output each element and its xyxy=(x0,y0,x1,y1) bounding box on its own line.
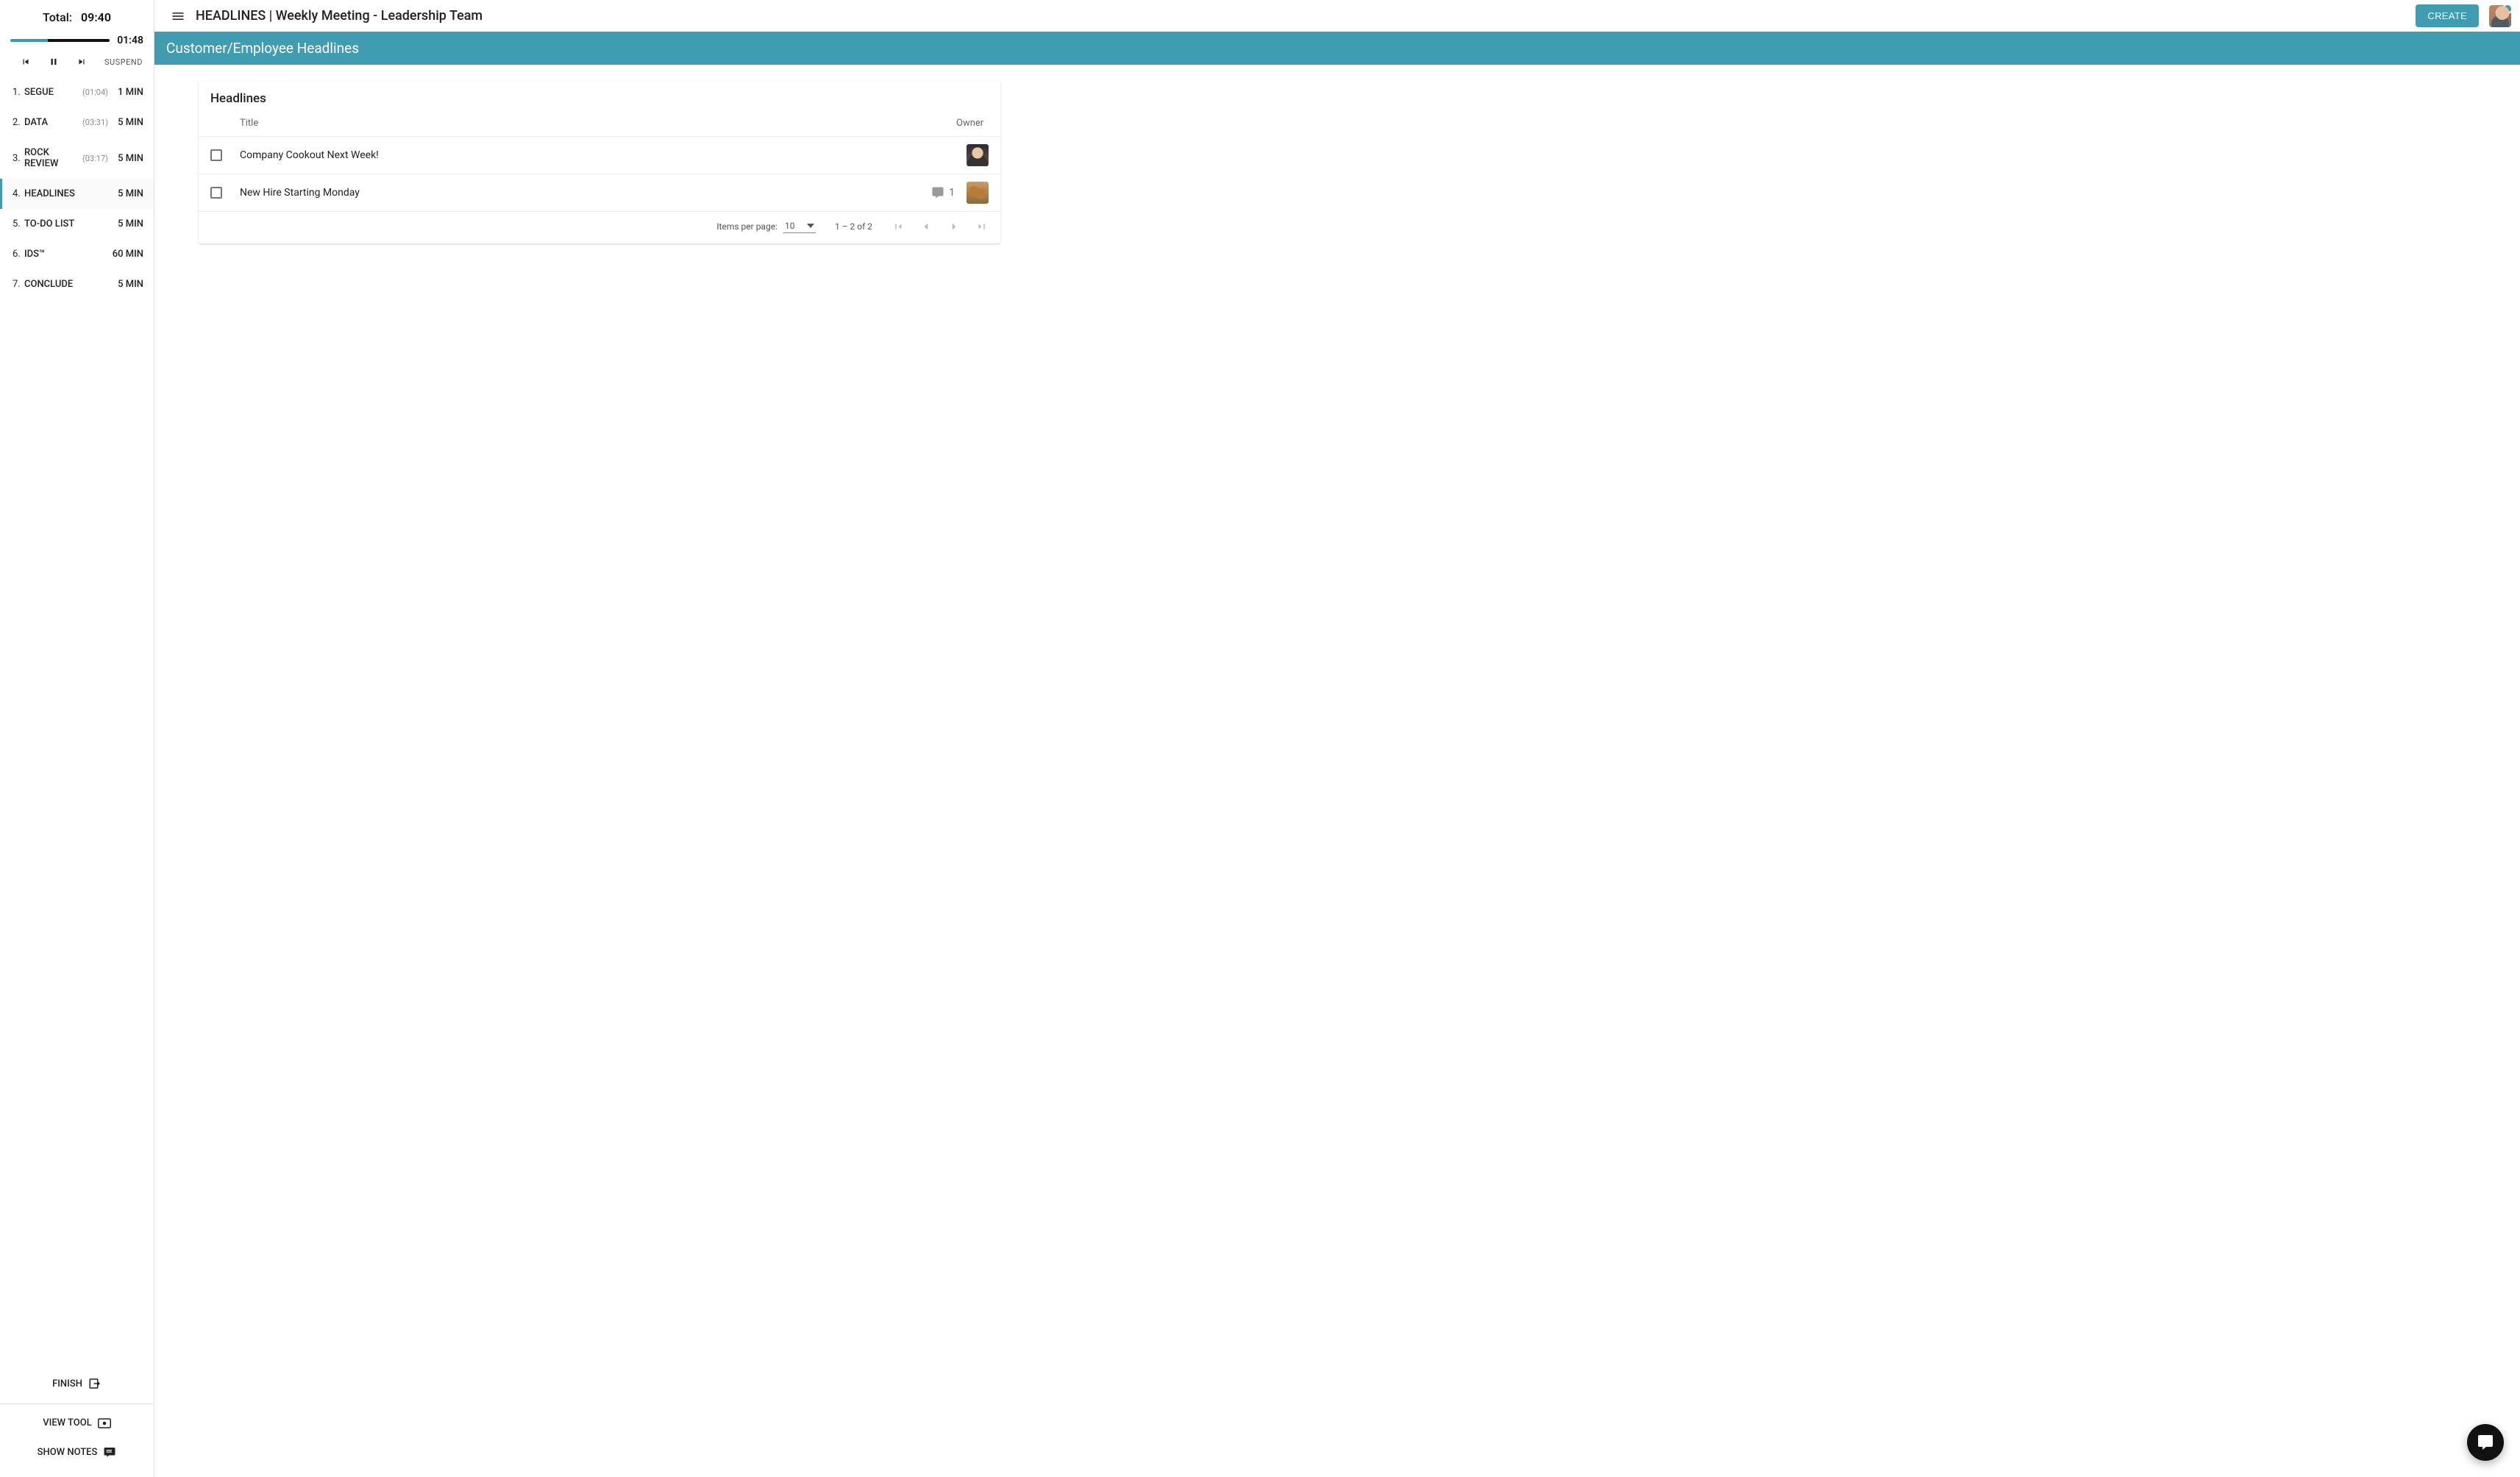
view-tool-label: VIEW TOOL xyxy=(43,1417,91,1428)
agenda-label: SEGUE xyxy=(24,87,82,98)
pagination: Items per page: 10 1 – 2 of 2 xyxy=(199,211,1000,243)
banner-title: Customer/Employee Headlines xyxy=(166,40,359,57)
suspend-button[interactable]: SUSPEND xyxy=(104,57,156,67)
chat-icon xyxy=(2477,1434,2494,1451)
pause-icon[interactable] xyxy=(49,57,59,67)
pagination-range: 1 – 2 of 2 xyxy=(835,221,872,232)
agenda-label: ROCK REVIEW xyxy=(24,147,82,169)
table-row[interactable]: New Hire Starting Monday 1 xyxy=(199,174,1000,211)
items-per-page-value: 10 xyxy=(785,221,795,231)
comment-icon xyxy=(931,186,944,199)
exit-icon xyxy=(88,1377,102,1390)
table-row[interactable]: Company Cookout Next Week! xyxy=(199,136,1000,174)
agenda-num: 1. xyxy=(13,87,24,98)
items-per-page-select[interactable]: 10 xyxy=(783,219,816,233)
agenda-label: DATA xyxy=(24,117,82,128)
agenda-num: 6. xyxy=(13,249,24,260)
agenda-label: HEADLINES xyxy=(24,188,113,199)
agenda-duration: 5 MIN xyxy=(113,218,143,229)
agenda-num: 7. xyxy=(13,279,24,290)
user-avatar[interactable] xyxy=(2489,5,2511,27)
agenda-duration: 5 MIN xyxy=(113,153,143,164)
row-checkbox[interactable] xyxy=(210,187,222,199)
finish-label: FINISH xyxy=(52,1378,82,1389)
total-label: Total: xyxy=(43,10,72,24)
show-notes-label: SHOW NOTES xyxy=(38,1447,98,1458)
agenda-item-to-do-list[interactable]: 5.TO-DO LIST5 MIN xyxy=(0,209,154,239)
column-owner: Owner xyxy=(944,118,989,129)
agenda-num: 2. xyxy=(13,117,24,128)
comment-count: 1 xyxy=(949,187,955,199)
first-page-icon[interactable] xyxy=(891,220,905,233)
items-per-page-label: Items per page: xyxy=(716,221,777,232)
view-tool-button[interactable]: VIEW TOOL xyxy=(10,1409,143,1437)
header: HEADLINES | Weekly Meeting - Leadership … xyxy=(154,0,2520,32)
create-button[interactable]: CREATE xyxy=(2416,4,2479,27)
segment-time: 01:48 xyxy=(117,35,143,46)
progress-bar[interactable] xyxy=(10,39,110,42)
menu-icon[interactable] xyxy=(171,9,185,24)
agenda-num: 3. xyxy=(13,153,24,164)
agenda-item-rock-review[interactable]: 3.ROCK REVIEW(03:17) 5 MIN xyxy=(0,138,154,179)
agenda-elapsed: (03:31) xyxy=(82,118,108,127)
skip-next-icon[interactable] xyxy=(76,57,87,67)
finish-button[interactable]: FINISH xyxy=(10,1368,143,1399)
main-content: HEADLINES | Weekly Meeting - Leadership … xyxy=(154,0,2520,1477)
agenda-item-data[interactable]: 2.DATA(03:31) 5 MIN xyxy=(0,107,154,138)
agenda-duration: 60 MIN xyxy=(113,249,143,260)
agenda-item-headlines[interactable]: 4.HEADLINES5 MIN xyxy=(0,179,154,209)
prev-page-icon[interactable] xyxy=(919,220,933,233)
agenda-num: 5. xyxy=(13,218,24,229)
table-header: Title Owner xyxy=(199,110,1000,136)
row-title: New Hire Starting Monday xyxy=(240,187,911,199)
card-title: Headlines xyxy=(199,81,1000,110)
agenda-item-conclude[interactable]: 7.CONCLUDE5 MIN xyxy=(0,269,154,299)
show-notes-button[interactable]: SHOW NOTES xyxy=(10,1437,143,1467)
agenda-duration: 5 MIN xyxy=(113,279,143,290)
headlines-card: Headlines Title Owner Company Cookout Ne… xyxy=(199,81,1000,243)
total-time-display: Total: 09:40 xyxy=(9,10,145,24)
chat-fab[interactable] xyxy=(2467,1424,2504,1461)
sidebar: Total: 09:40 01:48 SUSPEND 1 xyxy=(0,0,154,1477)
agenda-label: CONCLUDE xyxy=(24,279,113,290)
next-page-icon[interactable] xyxy=(947,220,961,233)
agenda-label: IDS™ xyxy=(24,249,113,260)
agenda-elapsed: (01:04) xyxy=(82,88,108,97)
skip-previous-icon[interactable] xyxy=(21,57,31,67)
agenda-item-ids-[interactable]: 6.IDS™60 MIN xyxy=(0,239,154,269)
agenda-num: 4. xyxy=(13,188,24,199)
row-checkbox[interactable] xyxy=(210,149,222,161)
total-time-value: 09:40 xyxy=(81,10,111,24)
agenda-duration: 5 MIN xyxy=(113,188,143,199)
section-banner: Customer/Employee Headlines xyxy=(154,32,2520,65)
agenda-duration: 1 MIN xyxy=(113,87,143,98)
row-title: Company Cookout Next Week! xyxy=(240,149,911,161)
agenda-label: TO-DO LIST xyxy=(24,218,113,229)
agenda-item-segue[interactable]: 1.SEGUE(01:04) 1 MIN xyxy=(0,77,154,107)
agenda-duration: 5 MIN xyxy=(113,117,143,128)
owner-avatar[interactable] xyxy=(967,182,989,204)
agenda-list: 1.SEGUE(01:04)1 MIN2.DATA(03:31)5 MIN3.R… xyxy=(0,77,154,1368)
owner-avatar[interactable] xyxy=(967,144,989,166)
notes-icon xyxy=(103,1446,116,1458)
column-title: Title xyxy=(240,118,900,129)
page-title: HEADLINES | Weekly Meeting - Leadership … xyxy=(196,8,2405,24)
last-page-icon[interactable] xyxy=(975,220,989,233)
preview-icon xyxy=(98,1418,111,1428)
dropdown-icon xyxy=(807,224,814,228)
agenda-elapsed: (03:17) xyxy=(82,154,108,163)
